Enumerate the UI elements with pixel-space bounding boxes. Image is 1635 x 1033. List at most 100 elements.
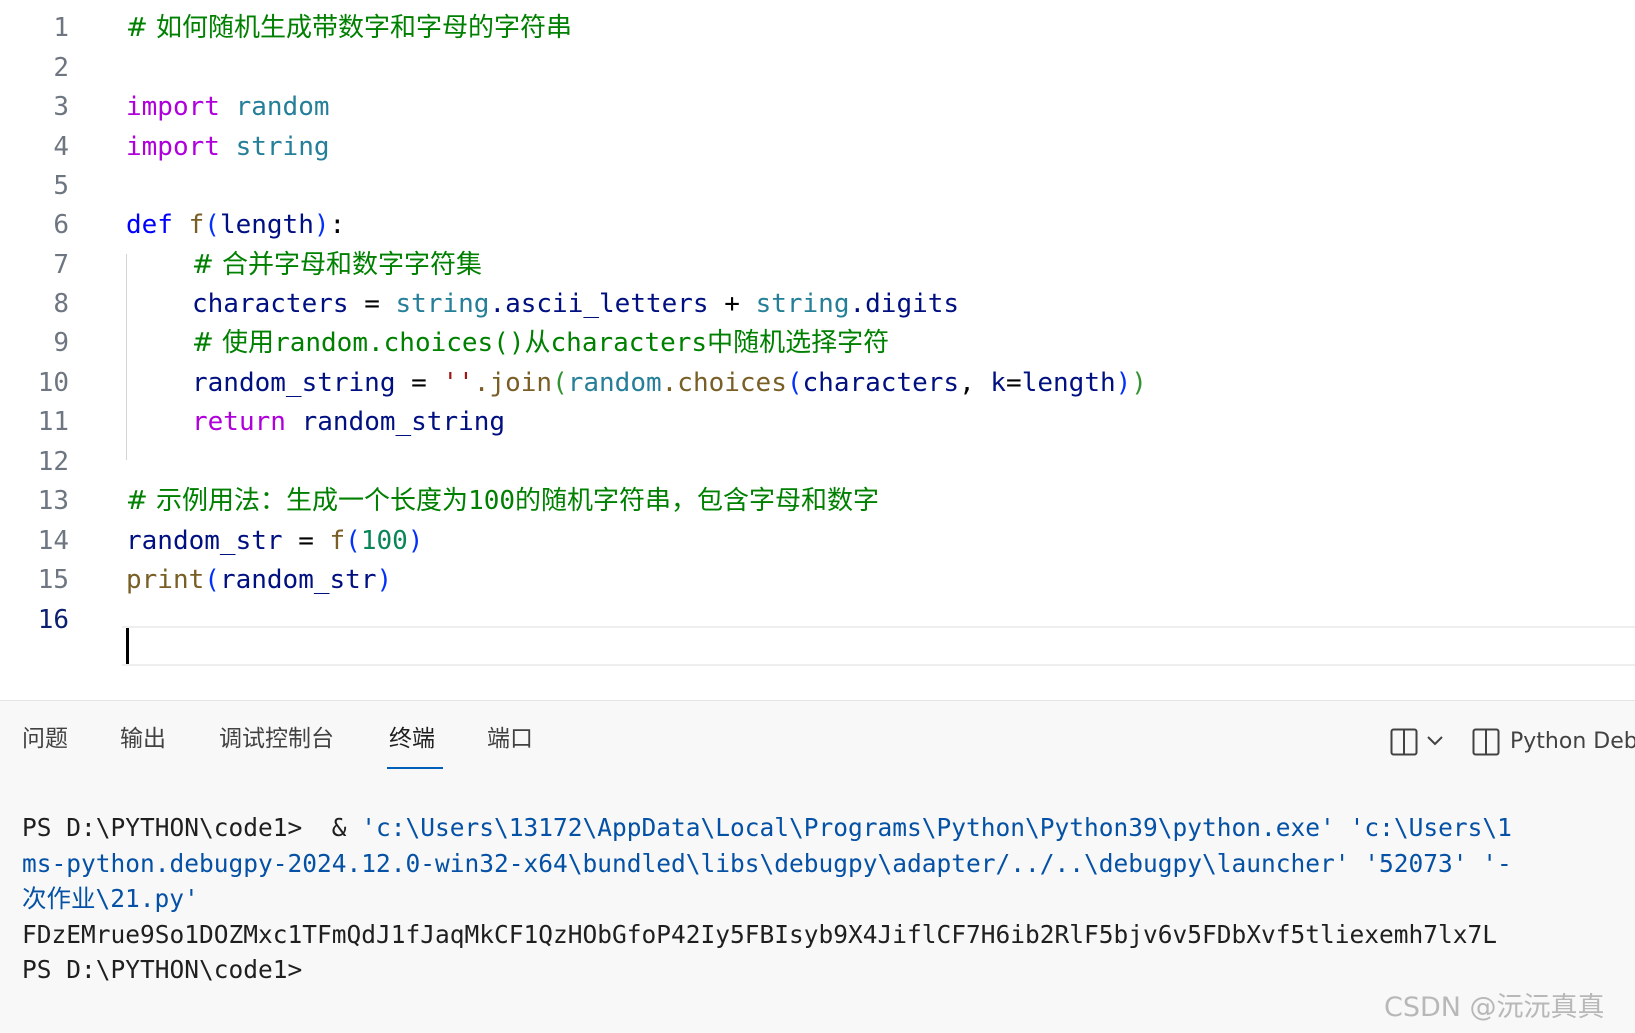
keyword: def <box>126 210 173 240</box>
comment: 中随机选择字符 <box>707 328 890 358</box>
code-line-16[interactable]: 16 <box>0 600 1635 641</box>
comment: 从 <box>524 328 551 358</box>
line-number: 15 <box>37 565 69 595</box>
code-text[interactable]: return random_string <box>192 402 505 443</box>
variable: random_string <box>301 407 506 437</box>
code-line-3[interactable]: 3 import random <box>0 87 1635 128</box>
comment: random.choices() <box>274 328 525 358</box>
code-text[interactable]: # 示例用法：生成一个长度为100的随机字符串，包含字母和数字 <box>126 481 879 522</box>
text-cursor <box>126 628 129 664</box>
comma: , <box>959 368 991 398</box>
bracket: ( <box>786 368 803 398</box>
code-line-8[interactable]: 8 characters = string.ascii_letters + st… <box>0 284 1635 325</box>
keyword-argument: k <box>990 368 1007 398</box>
code-editor[interactable]: 1 # 如何随机生成带数字和字母的字符串 2 3 import random 4… <box>0 0 1635 700</box>
terminal-string: 'c:\Users\1 <box>1349 813 1512 842</box>
terminal-string: \21.py' <box>95 884 199 913</box>
tab-terminal[interactable]: 终端 <box>389 701 435 769</box>
chevron-down-icon[interactable] <box>1426 732 1444 754</box>
variable: characters <box>192 289 349 319</box>
line-number: 14 <box>37 526 69 556</box>
keyword: import <box>126 92 220 122</box>
code-text[interactable]: def f(length): <box>126 205 345 246</box>
module-name: string <box>395 289 490 319</box>
code-line-12[interactable]: 12 <box>0 442 1635 483</box>
code-text[interactable]: # 使用random.choices()从characters中随机选择字符 <box>192 323 889 364</box>
operator: = <box>282 526 330 556</box>
code-line-5[interactable]: 5 <box>0 166 1635 207</box>
string-literal: '' <box>442 368 474 398</box>
code-text[interactable]: characters = string.ascii_letters + stri… <box>192 284 959 325</box>
argument: characters <box>802 368 960 398</box>
function-name: f <box>329 526 346 556</box>
comment: # 如何随机生成带数字和字母的字符串 <box>126 13 573 43</box>
tab-debug-console[interactable]: 调试控制台 <box>219 701 334 769</box>
code-text[interactable]: random_string = ''.join(random.choices(c… <box>192 363 1147 404</box>
module-name: string <box>235 132 330 162</box>
variable: random_str <box>219 565 377 595</box>
method-name: .join <box>473 368 553 398</box>
code-text[interactable]: import random <box>126 87 330 128</box>
bracket: ( <box>552 368 568 398</box>
bracket: ) <box>313 210 330 240</box>
code-line-13[interactable]: 13 # 示例用法：生成一个长度为100的随机字符串，包含字母和数字 <box>0 481 1635 522</box>
keyword: import <box>126 132 220 162</box>
module-name: random <box>235 92 330 122</box>
line-number: 7 <box>53 250 69 280</box>
terminal-prompt: PS D:\PYTHON\code1> <box>22 813 303 842</box>
comment: 100 <box>468 486 516 516</box>
module-name: random <box>567 368 662 398</box>
terminal-string: 'c:\Users\13172\AppData\Local\Programs\P… <box>361 813 1335 842</box>
keyword: return <box>192 407 286 437</box>
line-number: 12 <box>37 447 69 477</box>
line-number: 3 <box>53 92 69 122</box>
function-name: print <box>126 565 205 595</box>
code-line-7[interactable]: 7 # 合并字母和数字字符集 <box>0 245 1635 286</box>
line-number: 6 <box>53 210 69 240</box>
line-number: 11 <box>37 407 69 437</box>
operator: = <box>348 289 396 319</box>
tab-ports[interactable]: 端口 <box>487 701 533 769</box>
code-line-10[interactable]: 10 random_string = ''.join(random.choice… <box>0 363 1635 404</box>
tab-output[interactable]: 输出 <box>120 701 166 769</box>
code-text[interactable]: # 合并字母和数字字符集 <box>192 245 482 286</box>
split-terminal-icon[interactable] <box>1390 728 1418 760</box>
variable: random_string <box>192 368 396 398</box>
code-text[interactable]: print(random_str) <box>126 560 392 601</box>
code-line-15[interactable]: 15 print(random_str) <box>0 560 1635 601</box>
code-line-2[interactable]: 2 <box>0 48 1635 89</box>
code-line-9[interactable]: 9 # 使用random.choices()从characters中随机选择字符 <box>0 323 1635 364</box>
terminal-line: ms-python.debugpy-2024.12.0-win32-x64\bu… <box>22 849 1512 878</box>
code-text[interactable]: import string <box>126 127 330 168</box>
watermark: CSDN @沅沅真真 <box>1384 992 1605 1023</box>
number-literal: 100 <box>360 526 408 556</box>
bracket: ) <box>1115 368 1132 398</box>
code-text[interactable]: # 如何随机生成带数字和字母的字符串 <box>126 8 572 49</box>
comment: # 合并字母和数字字符集 <box>192 250 483 280</box>
code-line-1[interactable]: 1 # 如何随机生成带数字和字母的字符串 <box>0 8 1635 49</box>
comment: # 使用 <box>192 328 275 358</box>
terminal-space <box>1335 813 1350 842</box>
comment: characters <box>550 328 708 358</box>
comment: # 示例用法：生成一个长度为 <box>126 486 469 516</box>
line-number: 13 <box>37 486 69 516</box>
bracket: ( <box>204 565 220 595</box>
method-name: .choices <box>661 368 787 398</box>
variable: random_str <box>126 526 283 556</box>
bracket: ) <box>376 565 393 595</box>
code-line-6[interactable]: 6 def f(length): <box>0 205 1635 246</box>
terminal-line: 次作业\21.py' <box>22 880 199 917</box>
code-text[interactable]: random_str = f(100) <box>126 521 423 562</box>
tab-problems[interactable]: 问题 <box>22 701 68 769</box>
code-line-4[interactable]: 4 import string <box>0 127 1635 168</box>
code-line-11[interactable]: 11 return random_string <box>0 402 1635 443</box>
operator: = <box>1006 368 1022 398</box>
terminal-prompt: PS D:\PYTHON\code1> <box>22 955 303 984</box>
terminal-session-label[interactable]: Python Deb <box>1510 729 1635 754</box>
terminal-string: 次作业 <box>22 884 96 913</box>
line-number: 5 <box>53 171 69 201</box>
bracket: ( <box>345 526 361 556</box>
attribute: .ascii_letters <box>489 289 709 319</box>
code-line-14[interactable]: 14 random_str = f(100) <box>0 521 1635 562</box>
terminal-operator: & <box>302 813 362 842</box>
